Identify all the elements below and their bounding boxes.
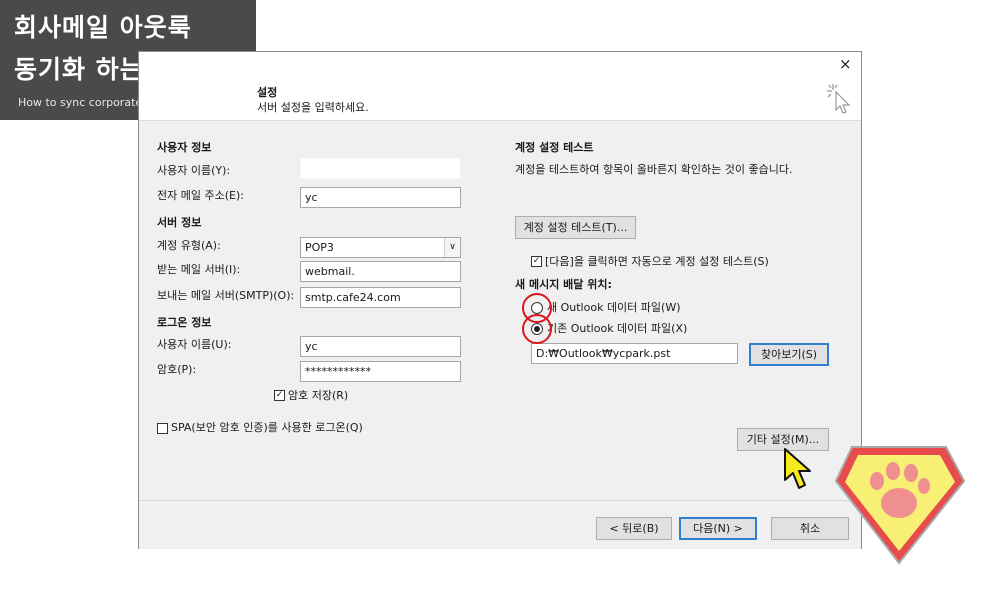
mouse-pointer-icon: [784, 448, 811, 489]
password-label: 암호(P):: [157, 363, 197, 376]
email-label: 전자 메일 주소(E):: [157, 189, 244, 202]
logon-info-heading: 로그온 정보: [157, 316, 212, 329]
remember-password-checkbox[interactable]: ✓: [274, 390, 285, 401]
delivery-location-heading: 새 메시지 배달 위치:: [515, 278, 612, 291]
highlight-circle-existing-file: [522, 314, 552, 344]
spa-checkbox[interactable]: [157, 423, 168, 434]
outgoing-server-label: 보내는 메일 서버(SMTP)(O):: [157, 289, 295, 302]
email-field[interactable]: yc: [300, 187, 461, 208]
close-icon[interactable]: ×: [839, 55, 852, 73]
chevron-down-icon[interactable]: ∨: [444, 238, 460, 257]
spa-label: SPA(보안 암호 인증)를 사용한 로그온(Q): [171, 421, 363, 434]
outgoing-server-field[interactable]: smtp.cafe24.com: [300, 287, 461, 308]
cursor-sparkle-icon: [827, 84, 851, 114]
account-type-value: POP3: [305, 241, 334, 254]
remember-password-label: 암호 저장(R): [288, 389, 349, 402]
logon-user-label: 사용자 이름(U):: [157, 338, 232, 351]
account-test-description: 계정을 테스트하여 항목이 올바른지 확인하는 것이 좋습니다.: [515, 163, 793, 176]
existing-data-file-label: 기존 Outlook 데이터 파일(X): [547, 322, 688, 335]
incoming-server-label: 받는 메일 서버(I):: [157, 263, 241, 276]
auto-test-label: [다음]을 클릭하면 자동으로 계정 설정 테스트(S): [545, 255, 769, 268]
user-name-label: 사용자 이름(Y):: [157, 164, 231, 177]
server-info-heading: 서버 정보: [157, 216, 202, 229]
logon-user-field[interactable]: yc: [300, 336, 461, 357]
dialog-header-title: 설정: [257, 86, 278, 99]
back-button[interactable]: < 뒤로(B): [596, 517, 672, 540]
dialog-footer: < 뒤로(B) 다음(N) > 취소: [139, 500, 861, 549]
auto-test-checkbox[interactable]: ✓: [531, 256, 542, 267]
password-field[interactable]: ************: [300, 361, 461, 382]
new-data-file-label: 새 Outlook 데이터 파일(W): [547, 301, 681, 314]
paw-badge-logo: [834, 446, 966, 565]
next-button[interactable]: 다음(N) >: [679, 517, 757, 540]
incoming-server-field[interactable]: webmail.: [300, 261, 461, 282]
account-test-heading: 계정 설정 테스트: [515, 141, 594, 154]
browse-button[interactable]: 찾아보기(S): [749, 343, 829, 366]
test-account-settings-button[interactable]: 계정 설정 테스트(T)...: [515, 216, 636, 239]
account-type-label: 계정 유형(A):: [157, 239, 221, 252]
banner-title-line1: 회사메일 아웃룩: [14, 13, 192, 42]
pop-imap-settings-dialog: 설정 서버 설정을 입력하세요. × 사용자 정보 사용자 이름(Y): 전자 …: [138, 51, 862, 549]
dialog-header-subtitle: 서버 설정을 입력하세요.: [257, 101, 369, 114]
user-info-heading: 사용자 정보: [157, 141, 212, 154]
dialog-header: 설정 서버 설정을 입력하세요. ×: [139, 52, 861, 121]
data-file-path-field[interactable]: D:₩Outlook₩ycpark.pst: [531, 343, 738, 364]
user-name-field[interactable]: [300, 158, 461, 179]
account-type-select[interactable]: POP3 ∨: [300, 237, 461, 258]
